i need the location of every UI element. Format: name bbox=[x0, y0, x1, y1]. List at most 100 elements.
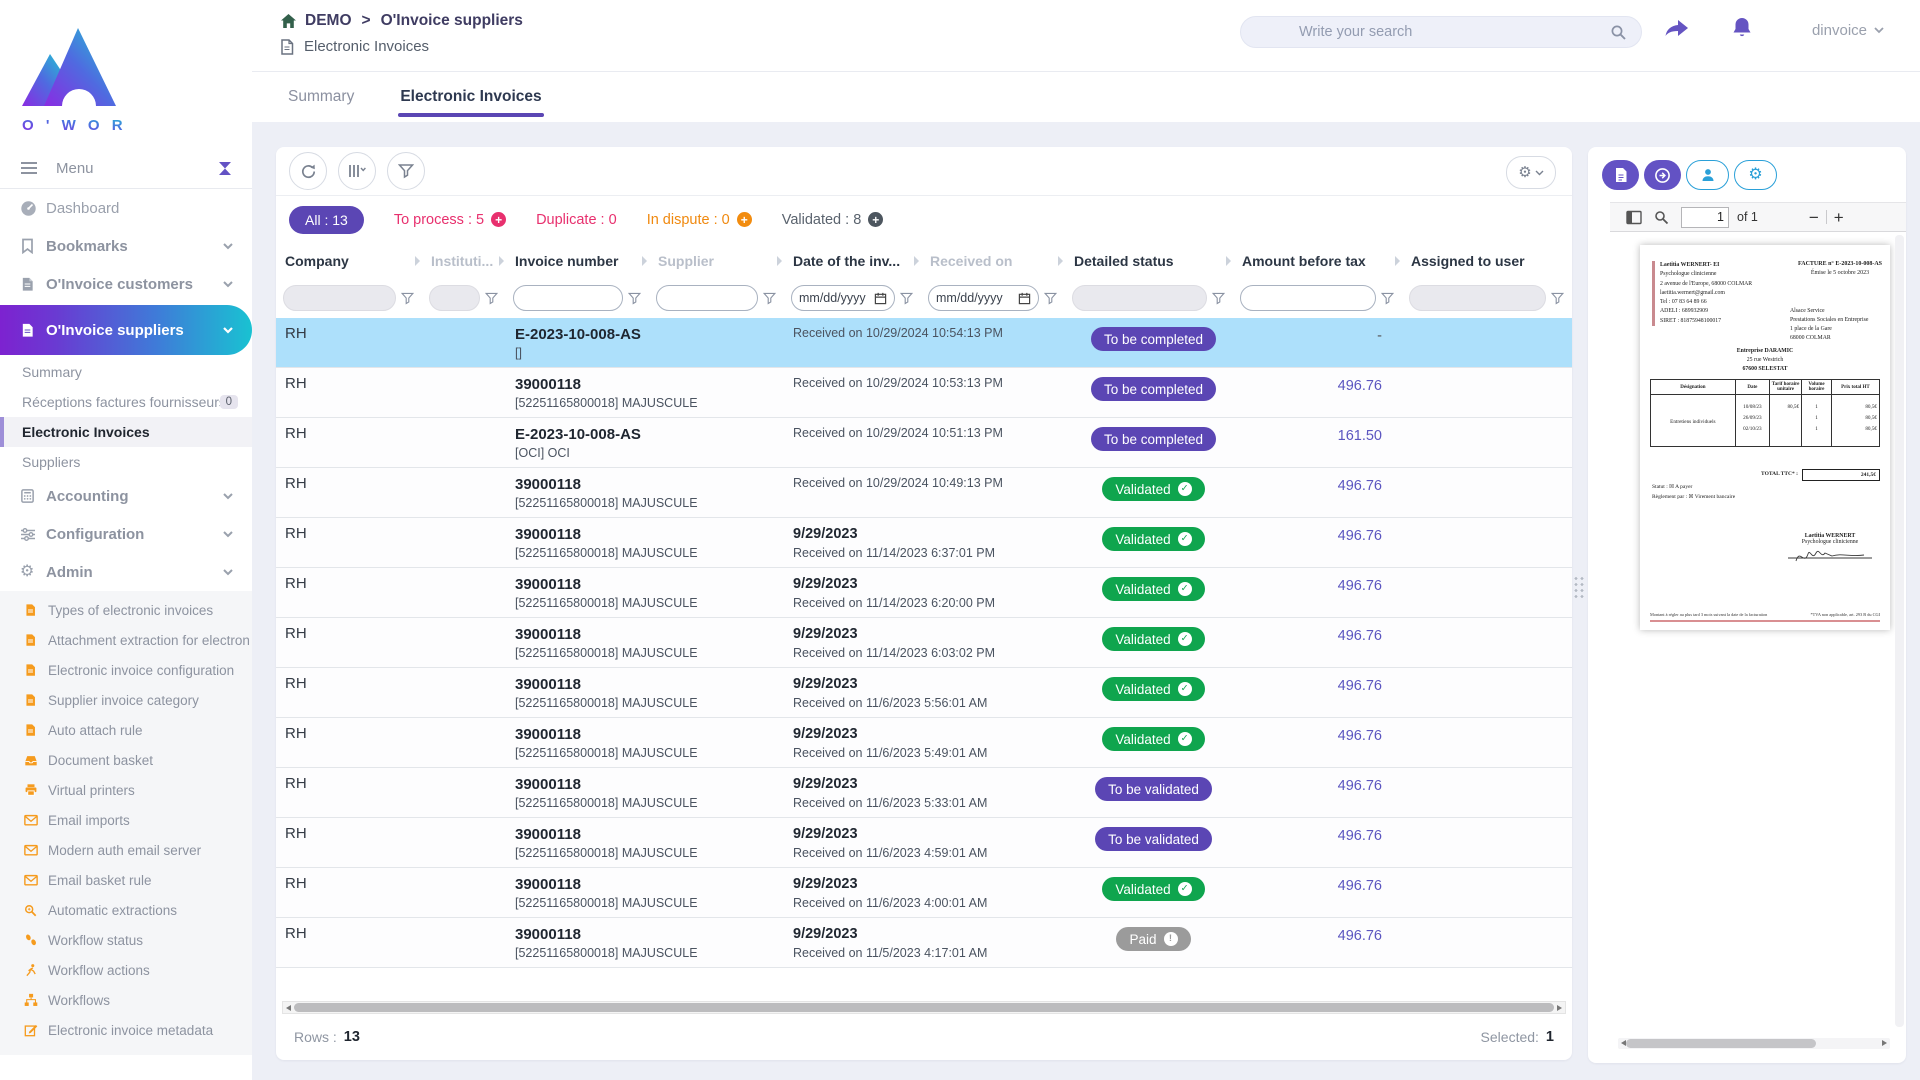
admin-subitem[interactable]: Attachment extraction for electron bbox=[0, 625, 252, 655]
status-filter-all[interactable]: All : 13 bbox=[289, 206, 364, 234]
amount-value[interactable]: 496.76 bbox=[1338, 728, 1382, 744]
viewer-vertical-scrollbar[interactable] bbox=[1895, 235, 1904, 1027]
admin-subitem[interactable]: Email imports bbox=[0, 805, 252, 835]
status-badge[interactable]: Paid! bbox=[1116, 927, 1190, 951]
column-filter-input[interactable] bbox=[656, 285, 758, 311]
sidebar-item-dashboard[interactable]: Dashboard bbox=[0, 189, 252, 227]
admin-subitem[interactable]: Workflow actions bbox=[0, 955, 252, 985]
table-row[interactable]: RH39000118[52251165800018] MAJUSCULE9/29… bbox=[276, 768, 1572, 818]
table-row[interactable]: RHE-2023-10-008-AS[]Received on 10/29/20… bbox=[276, 318, 1572, 368]
status-badge[interactable]: To be validated bbox=[1095, 777, 1212, 801]
table-row[interactable]: RH39000118[52251165800018] MAJUSCULERece… bbox=[276, 468, 1572, 518]
column-header[interactable]: Assigned to user bbox=[1402, 243, 1572, 278]
amount-value[interactable]: 496.76 bbox=[1338, 528, 1382, 544]
tab-electronic-invoices[interactable]: Electronic Invoices bbox=[400, 72, 541, 122]
home-icon[interactable] bbox=[280, 13, 297, 29]
column-header[interactable]: Detailed status bbox=[1065, 243, 1233, 278]
admin-subitem[interactable]: Auto attach rule bbox=[0, 715, 252, 745]
admin-subitem[interactable]: Workflows bbox=[0, 985, 252, 1015]
viewer-horizontal-scrollbar[interactable] bbox=[1618, 1038, 1890, 1049]
zoom-out-button[interactable]: − bbox=[1802, 209, 1826, 226]
filter-funnel-icon[interactable] bbox=[1551, 292, 1564, 305]
sidebar-subitem-suppliers[interactable]: Suppliers bbox=[0, 447, 252, 477]
sidebar-subitem-summary[interactable]: Summary bbox=[0, 357, 252, 387]
scroll-right-icon[interactable] bbox=[1557, 1005, 1562, 1011]
status-badge[interactable]: Validated✓ bbox=[1102, 627, 1204, 651]
refresh-button[interactable] bbox=[289, 152, 327, 190]
search-icon[interactable] bbox=[1610, 24, 1627, 41]
column-header[interactable]: Invoice number bbox=[506, 243, 649, 278]
status-badge[interactable]: Validated✓ bbox=[1102, 727, 1204, 751]
admin-subitem[interactable]: Modern auth email server bbox=[0, 835, 252, 865]
admin-subitem[interactable]: Automatic extractions bbox=[0, 895, 252, 925]
amount-value[interactable]: 496.76 bbox=[1338, 778, 1382, 794]
amount-value[interactable]: 496.76 bbox=[1338, 478, 1382, 494]
sidebar-item-bookmarks[interactable]: Bookmarks bbox=[0, 227, 252, 265]
column-filter-input[interactable]: mm/dd/yyyy bbox=[928, 285, 1039, 311]
sidebar-item-oinvoice-suppliers[interactable]: O'Invoice suppliers bbox=[0, 305, 252, 355]
table-row[interactable]: RH39000118[52251165800018] MAJUSCULE9/29… bbox=[276, 518, 1572, 568]
sidebar-toggle-icon[interactable] bbox=[1626, 210, 1642, 225]
table-row[interactable]: RH39000118[52251165800018] MAJUSCULE9/29… bbox=[276, 918, 1572, 968]
column-header[interactable]: Amount before tax bbox=[1233, 243, 1402, 278]
table-row[interactable]: RH39000118[52251165800018] MAJUSCULE9/29… bbox=[276, 868, 1572, 918]
admin-subitem[interactable]: Electronic invoice configuration bbox=[0, 655, 252, 685]
assign-user-button[interactable] bbox=[1686, 160, 1729, 190]
amount-value[interactable]: 161.50 bbox=[1338, 428, 1382, 444]
breadcrumb-home[interactable]: DEMO bbox=[305, 12, 352, 30]
status-filter[interactable]: Duplicate : 0 bbox=[536, 212, 617, 228]
amount-value[interactable]: 496.76 bbox=[1338, 828, 1382, 844]
pdf-page-preview[interactable]: Laetitia WERNERT- EIPsychologue clinicie… bbox=[1640, 245, 1890, 630]
amount-value[interactable]: 496.76 bbox=[1338, 378, 1382, 394]
column-filter-input[interactable] bbox=[1240, 285, 1376, 311]
sidebar-item-accounting[interactable]: Accounting bbox=[0, 477, 252, 515]
calendar-icon[interactable] bbox=[1018, 292, 1031, 305]
status-filter[interactable]: Validated : 8+ bbox=[782, 212, 884, 228]
table-row[interactable]: RH39000118[52251165800018] MAJUSCULE9/29… bbox=[276, 818, 1572, 868]
share-forward-icon[interactable] bbox=[1664, 18, 1690, 40]
amount-value[interactable]: 496.76 bbox=[1338, 678, 1382, 694]
filter-funnel-button[interactable] bbox=[387, 152, 425, 190]
scrollbar-thumb[interactable] bbox=[294, 1003, 1554, 1012]
table-settings-button[interactable]: ⚙ bbox=[1506, 156, 1556, 189]
column-filter-input[interactable] bbox=[513, 285, 623, 311]
amount-value[interactable]: 496.76 bbox=[1338, 578, 1382, 594]
admin-subitem[interactable]: Electronic invoice metadata bbox=[0, 1015, 252, 1045]
filter-funnel-icon[interactable] bbox=[763, 292, 776, 305]
admin-subitem[interactable]: Virtual printers bbox=[0, 775, 252, 805]
columns-button[interactable] bbox=[338, 152, 376, 190]
column-header[interactable]: Instituti... bbox=[422, 243, 506, 278]
tab-summary[interactable]: Summary bbox=[288, 72, 354, 122]
amount-value[interactable]: 496.76 bbox=[1338, 628, 1382, 644]
table-row[interactable]: RH39000118[52251165800018] MAJUSCULE9/29… bbox=[276, 618, 1572, 668]
open-forward-button[interactable] bbox=[1644, 160, 1681, 190]
status-badge[interactable]: Validated✓ bbox=[1102, 877, 1204, 901]
status-badge[interactable]: To be validated bbox=[1095, 827, 1212, 851]
breadcrumb-section[interactable]: O'Invoice suppliers bbox=[381, 12, 523, 30]
filter-funnel-icon[interactable] bbox=[485, 292, 498, 305]
column-header[interactable]: Received on bbox=[921, 243, 1065, 278]
column-header[interactable]: Supplier bbox=[649, 243, 784, 278]
filter-funnel-icon[interactable] bbox=[900, 292, 913, 305]
amount-value[interactable]: 496.76 bbox=[1338, 928, 1382, 944]
status-badge[interactable]: Validated✓ bbox=[1102, 677, 1204, 701]
table-row[interactable]: RHE-2023-10-008-AS[OCI] OCIReceived on 1… bbox=[276, 418, 1572, 468]
scroll-right-icon[interactable] bbox=[1882, 1040, 1887, 1046]
user-menu[interactable]: dinvoice bbox=[1812, 22, 1884, 39]
status-badge[interactable]: To be completed bbox=[1091, 427, 1216, 451]
sidebar-subitem-receptions[interactable]: Réceptions factures fournisseurs 0 bbox=[0, 387, 252, 417]
column-filter-input[interactable]: mm/dd/yyyy bbox=[791, 285, 895, 311]
table-row[interactable]: RH39000118[52251165800018] MAJUSCULE9/29… bbox=[276, 568, 1572, 618]
admin-subitem[interactable]: Supplier invoice category bbox=[0, 685, 252, 715]
table-horizontal-scrollbar[interactable] bbox=[282, 1001, 1566, 1014]
hourglass-pin-icon[interactable] bbox=[218, 161, 232, 176]
panel-resize-handle[interactable] bbox=[1574, 577, 1584, 598]
sidebar-item-oinvoice-customers[interactable]: O'Invoice customers bbox=[0, 265, 252, 303]
pdf-search-icon[interactable] bbox=[1654, 210, 1669, 225]
sidebar-item-admin[interactable]: ⚙ Admin bbox=[0, 553, 252, 591]
menu-toggle[interactable]: Menu bbox=[0, 148, 252, 188]
status-badge[interactable]: Validated✓ bbox=[1102, 477, 1204, 501]
status-filter[interactable]: In dispute : 0+ bbox=[647, 212, 752, 228]
filter-funnel-icon[interactable] bbox=[1044, 292, 1057, 305]
table-row[interactable]: RH39000118[52251165800018] MAJUSCULERece… bbox=[276, 368, 1572, 418]
